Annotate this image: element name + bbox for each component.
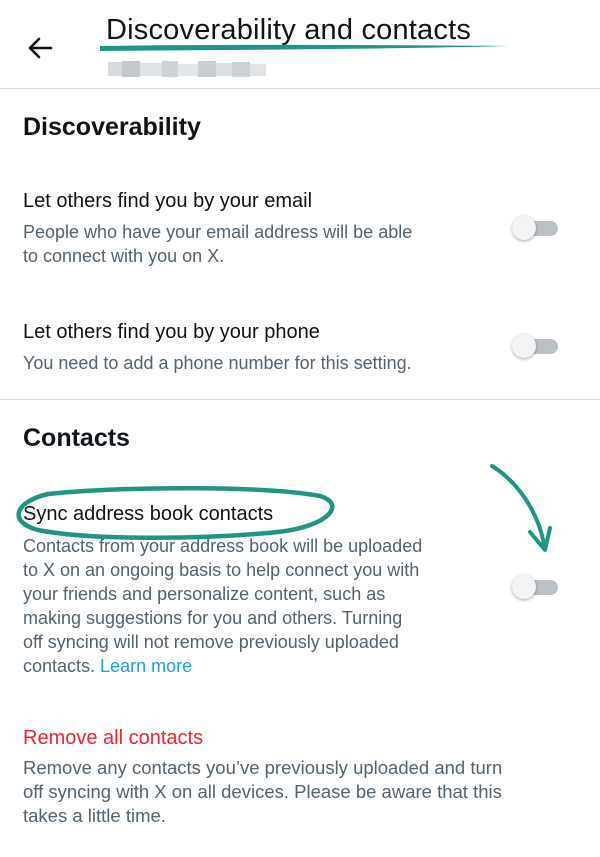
description-line: your friends and personalize content, su… — [23, 584, 386, 604]
phone-setting-description: You need to add a phone number for this … — [23, 351, 412, 375]
description-line: off syncing with X on all devices. Pleas… — [23, 781, 502, 802]
description-line: off syncing will not remove previously u… — [23, 632, 399, 652]
description-line: to X on an ongoing basis to help connect… — [23, 560, 420, 580]
description-line: Contacts from your address book will be … — [23, 536, 423, 556]
description-line: to connect with you on X. — [23, 246, 225, 266]
blurred-username — [108, 61, 266, 77]
back-button[interactable] — [22, 30, 58, 66]
sync-contacts-title: Sync address book contacts — [23, 503, 274, 525]
section-divider — [0, 399, 600, 400]
toggle-knob — [512, 575, 536, 599]
description-text: contacts. — [23, 656, 101, 676]
phone-discoverability-toggle[interactable] — [512, 333, 560, 359]
arrow-annotation-icon — [490, 464, 552, 552]
settings-page: Discoverability and contacts Discoverabi… — [0, 0, 600, 857]
section-heading-contacts: Contacts — [23, 424, 130, 452]
description-line: You need to add a phone number for this … — [23, 353, 412, 373]
toggle-knob — [512, 216, 536, 240]
title-underline-annotation — [100, 44, 510, 51]
sync-contacts-description: Contacts from your address book will be … — [23, 534, 422, 678]
toggle-knob — [512, 334, 536, 358]
email-discoverability-toggle[interactable] — [512, 215, 560, 241]
sync-contacts-toggle[interactable] — [512, 574, 560, 600]
header-divider — [0, 88, 600, 89]
description-line: takes a little time. — [23, 805, 166, 826]
description-line: Remove any contacts you’ve previously up… — [23, 757, 503, 778]
arrow-left-icon — [28, 37, 53, 59]
email-setting-title: Let others find you by your email — [23, 190, 313, 212]
remove-contacts-description: Remove any contacts you’ve previously up… — [23, 756, 502, 828]
description-line: contacts. Learn more — [23, 654, 422, 678]
section-heading-discoverability: Discoverability — [23, 113, 201, 141]
description-line: People who have your email address will … — [23, 222, 413, 242]
email-setting-description: People who have your email address will … — [23, 220, 412, 268]
learn-more-link[interactable]: Learn more — [100, 656, 192, 676]
header: Discoverability and contacts — [0, 0, 600, 88]
description-line: making suggestions for you and others. T… — [23, 608, 403, 628]
remove-all-contacts-link[interactable]: Remove all contacts — [23, 727, 203, 750]
phone-setting-title: Let others find you by your phone — [23, 321, 320, 343]
